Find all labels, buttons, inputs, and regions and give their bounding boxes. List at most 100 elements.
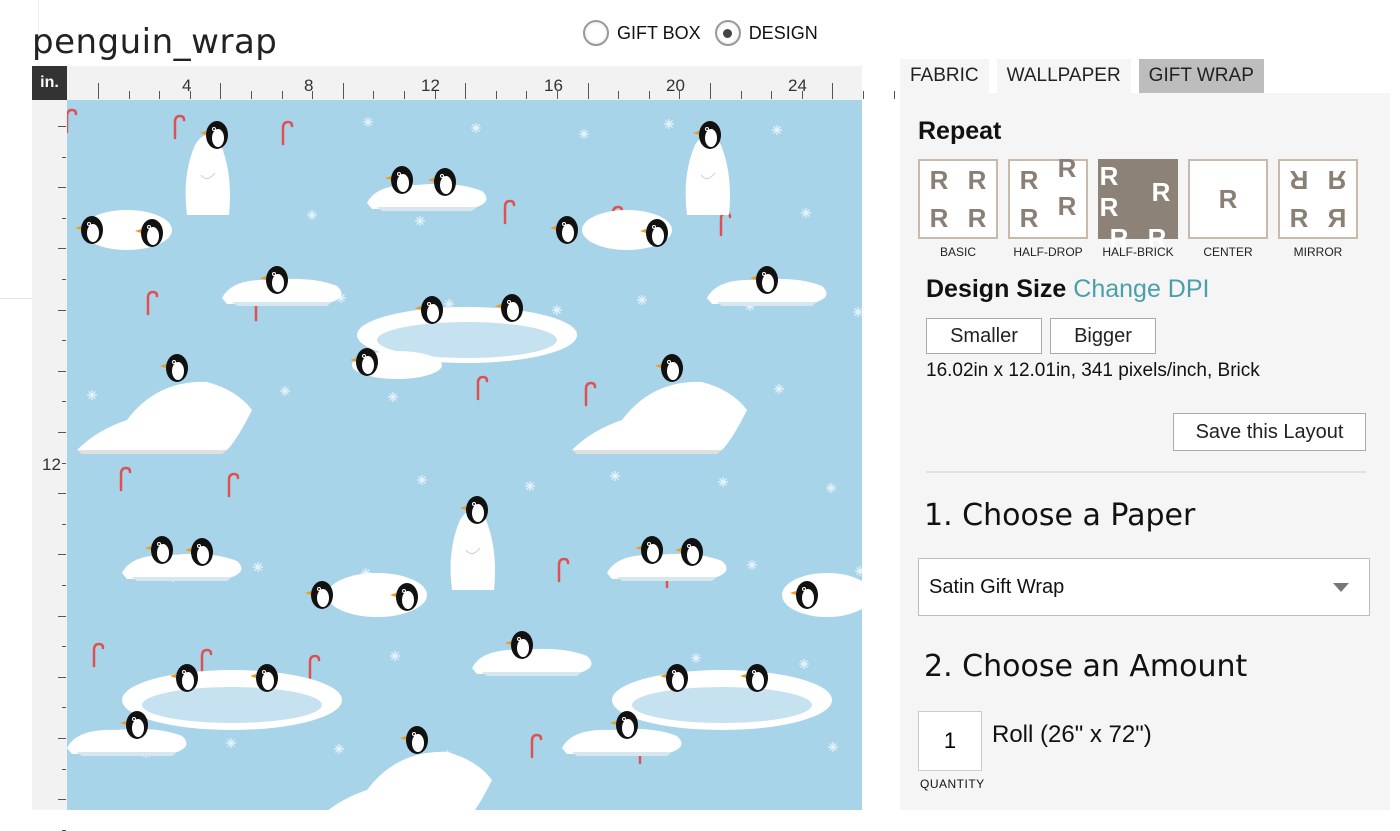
ruler-tick [62,523,66,525]
repeat-center-icon: R [1188,159,1268,239]
tab-wallpaper[interactable]: WALLPAPER [996,59,1131,93]
tab-fabric[interactable]: FABRIC [900,59,989,93]
ruler-tick [58,493,66,495]
smaller-button[interactable]: Smaller [926,318,1042,354]
ruler-unit: in. [32,66,67,100]
design-size-info: 16.02in x 12.01in, 341 pixels/inch, Bric… [926,360,1260,381]
ruler-tick [312,91,314,99]
ruler-label: 12 [421,76,440,95]
repeat-basic[interactable]: RRRR BASIC [918,159,998,259]
quantity-label: QUANTITY [920,777,985,791]
repeat-basic-label: BASIC [939,245,976,259]
ruler-tick [495,91,497,99]
ruler-tick [863,91,864,99]
ruler-tick [648,91,650,99]
repeat-center[interactable]: R CENTER [1188,159,1268,259]
penguin-pattern-image [67,108,862,810]
ruler-tick [58,309,66,311]
ruler-label: 20 [666,76,685,95]
ruler-label: 12 [42,455,61,474]
roll-size-label: Roll (26" x 72") [992,721,1152,748]
ruler-tick [220,83,222,99]
choose-amount-heading: 2. Choose an Amount [924,649,1248,684]
ruler-tick [62,768,66,770]
options-panel: Repeat RRRR BASIC RRRR HALF-DROP R RRRR … [900,93,1390,810]
ruler-tick [557,91,558,99]
ruler-tick [62,217,66,219]
repeat-half-brick[interactable]: R RRRR HALF-BRICK [1098,159,1178,259]
design-size-heading: Design Size Change DPI [926,275,1209,304]
ruler-left: 12 [32,100,68,831]
repeat-mirror-icon: RRRR [1278,159,1358,239]
repeat-half-drop[interactable]: RRRR HALF-DROP [1008,153,1088,259]
ruler-tick [618,91,620,99]
ruler-tick [58,248,66,250]
repeat-half-brick-label: HALF-BRICK [1102,245,1174,259]
design-preview-canvas[interactable] [67,100,862,810]
ruler-tick [62,156,66,158]
ruler-tick [465,83,467,99]
ruler-tick [62,707,66,709]
bigger-button[interactable]: Bigger [1050,318,1156,354]
ruler-tick [58,126,66,127]
ruler-tick [587,83,589,99]
ruler-tick [58,554,66,556]
ruler-tick [58,615,66,617]
ruler-tick [281,91,283,99]
ruler-tick [434,91,436,99]
ruler-tick [373,91,375,99]
ruler-tick [893,91,895,99]
product-tabs: FABRIC WALLPAPER GIFT WRAP [900,59,1272,93]
repeat-mirror-label: MIRROR [1293,245,1343,259]
tab-gift-wrap[interactable]: GIFT WRAP [1138,59,1264,93]
ruler-tick [801,91,803,99]
ruler-tick [771,91,773,99]
ruler-tick [159,91,161,99]
radio-gift-box[interactable] [583,20,609,46]
ruler-tick [62,340,66,342]
chevron-down-icon [1333,583,1349,592]
ruler-tick [58,187,66,189]
repeat-heading: Repeat [918,117,1002,145]
divider [0,298,32,299]
radio-selected-dot [723,28,733,38]
ruler-tick [62,585,66,586]
ruler-tick [58,799,66,801]
repeat-mirror[interactable]: RRRR MIRROR [1278,159,1358,259]
ruler-label: 24 [788,76,807,95]
change-dpi-link[interactable]: Change DPI [1073,275,1209,303]
repeat-half-brick-icon: R RRRR [1098,159,1178,253]
ruler-tick [58,738,66,739]
paper-select-value: Satin Gift Wrap [929,575,1065,598]
ruler-tick [404,91,405,99]
ruler-tick [62,646,66,648]
ruler-tick [58,432,66,433]
ruler-tick [62,279,66,280]
design-title: penguin_wrap [32,22,278,62]
ruler-tick [189,91,191,99]
ruler-tick [62,462,66,464]
ruler-tick [710,83,711,99]
radio-gift-box-label[interactable]: GIFT BOX [617,23,701,44]
ruler-top: 4 8 12 16 20 24 [32,66,895,101]
design-size-label: Design Size [926,275,1067,303]
ruler-tick [128,91,130,99]
repeat-half-drop-label: HALF-DROP [1013,245,1083,259]
repeat-options: RRRR BASIC RRRR HALF-DROP R RRRR HALF-BR… [918,153,1368,259]
radio-design[interactable] [714,20,741,46]
save-layout-button[interactable]: Save this Layout [1173,413,1366,451]
ruler-tick [832,83,834,99]
repeat-center-label: CENTER [1203,245,1253,259]
ruler-tick [342,83,344,99]
radio-design-label[interactable]: DESIGN [749,23,818,44]
choose-paper-heading: 1. Choose a Paper [924,498,1196,533]
divider [926,471,1366,473]
view-toggle: GIFT BOX DESIGN [583,20,832,46]
ruler-tick [251,91,252,99]
ruler-tick [740,91,742,99]
paper-select[interactable]: Satin Gift Wrap [918,558,1370,616]
ruler-tick [526,91,528,99]
ruler-tick [98,83,99,99]
quantity-input[interactable] [918,711,982,771]
ruler-tick [58,370,66,372]
